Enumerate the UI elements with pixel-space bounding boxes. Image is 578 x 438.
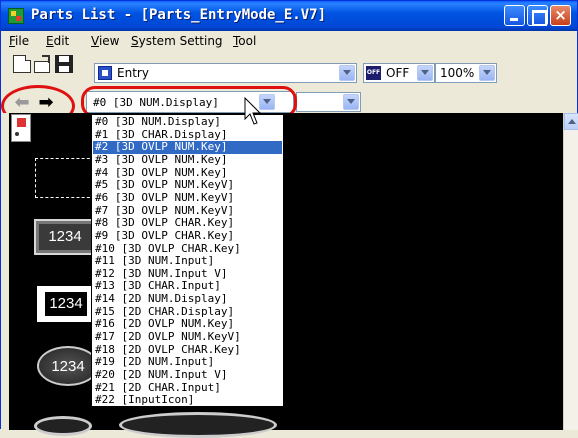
dropdown-item[interactable]: #12 [3D NUM.Input V]: [93, 268, 282, 281]
dropdown-item[interactable]: #7 [3D OVLP NUM.KeyV]: [93, 204, 282, 218]
dropdown-item[interactable]: #4 [3D OVLP NUM.Key]: [93, 166, 282, 180]
close-button[interactable]: ×: [550, 5, 571, 26]
dropdown-item[interactable]: #11 [3D NUM.Input]: [93, 255, 282, 268]
maximize-button[interactable]: [527, 5, 548, 26]
save-icon[interactable]: [55, 55, 73, 73]
off-icon: OFF: [366, 66, 381, 80]
menu-view[interactable]: View: [91, 34, 119, 48]
chevron-down-icon[interactable]: [417, 65, 433, 81]
num-key-part-1[interactable]: 1234: [34, 219, 96, 255]
num-key-part-2[interactable]: 1234: [37, 286, 95, 322]
off-select[interactable]: OFF OFF: [363, 63, 435, 83]
dropdown-item[interactable]: #15 [2D CHAR.Display]: [93, 305, 282, 319]
dropdown-item[interactable]: #6 [3D OVLP NUM.KeyV]: [93, 192, 282, 205]
dropdown-item[interactable]: #18 [2D OVLP CHAR.Key]: [93, 343, 282, 357]
title-bar[interactable]: Parts List - [Parts_EntryMode_E.V7] ×: [1, 1, 577, 31]
entry-mode-select[interactable]: Entry: [94, 63, 357, 83]
app-icon: [8, 8, 24, 24]
entry-icon: [98, 66, 112, 80]
off-value: OFF: [386, 66, 410, 80]
parts-dropdown-list[interactable]: #0 [3D NUM.Display] #1 [3D CHAR.Display] #…: [91, 114, 284, 407]
entry-mode-value: Entry: [117, 66, 149, 80]
menu-file[interactable]: File: [9, 34, 29, 48]
zoom-select[interactable]: 100%: [435, 63, 497, 83]
menu-bar: File Edit View System Setting Tool: [1, 31, 577, 51]
canvas-gutter: [1, 113, 9, 430]
dropdown-item[interactable]: #9 [3D OVLP CHAR.Key]: [93, 230, 282, 243]
parts-icon[interactable]: [11, 114, 31, 142]
vertical-scrollbar[interactable]: [563, 113, 578, 430]
dropdown-item[interactable]: #17 [2D OVLP NUM.KeyV]: [93, 331, 282, 344]
dropdown-item[interactable]: #19 [2D NUM.Input]: [93, 356, 282, 369]
dropdown-item[interactable]: #16 [2D OVLP NUM.Key]: [93, 318, 282, 331]
num-key-part-3[interactable]: 1234: [37, 346, 99, 386]
new-file-icon[interactable]: [13, 55, 31, 73]
char-key-part-5[interactable]: [119, 412, 277, 438]
chevron-down-icon[interactable]: [479, 65, 495, 81]
dropdown-item[interactable]: #22 [InputIcon]: [93, 394, 282, 406]
minimize-button[interactable]: [504, 5, 525, 26]
dropdown-item[interactable]: #8 [3D OVLP CHAR.Key]: [93, 217, 282, 230]
open-folder-icon[interactable]: [34, 55, 52, 73]
secondary-select[interactable]: [296, 92, 361, 112]
dropdown-item[interactable]: #14 [2D NUM.Display]: [93, 293, 282, 306]
dropdown-item[interactable]: #5 [3D OVLP NUM.KeyV]: [93, 179, 282, 192]
mouse-cursor-icon: [244, 97, 262, 125]
chevron-down-icon[interactable]: [343, 94, 359, 110]
selection-box[interactable]: [35, 158, 95, 198]
parts-list-window: Parts List - [Parts_EntryMode_E.V7] × Fi…: [0, 0, 578, 438]
dropdown-item[interactable]: #2 [3D OVLP NUM.Key]: [93, 141, 282, 154]
dropdown-item[interactable]: #3 [3D OVLP NUM.Key]: [93, 154, 282, 167]
scroll-up-icon[interactable]: [564, 113, 578, 130]
dropdown-item[interactable]: #21 [2D CHAR.Input]: [93, 381, 282, 395]
dropdown-item[interactable]: #1 [3D CHAR.Display]: [93, 128, 282, 142]
dropdown-item[interactable]: #10 [3D OVLP CHAR.Key]: [93, 242, 282, 256]
zoom-value: 100%: [440, 66, 475, 80]
num-key-label: 1234: [45, 292, 87, 316]
menu-tool[interactable]: Tool: [233, 34, 256, 48]
menu-edit[interactable]: Edit: [46, 34, 69, 48]
menu-system-setting[interactable]: System Setting: [131, 34, 223, 48]
num-key-part-4[interactable]: [34, 416, 92, 436]
close-icon: ×: [554, 6, 567, 24]
chevron-down-icon[interactable]: [339, 65, 355, 81]
dropdown-item[interactable]: #13 [3D CHAR.Input]: [93, 280, 282, 293]
dropdown-item[interactable]: #20 [2D NUM.Input V]: [93, 369, 282, 382]
window-title: Parts List - [Parts_EntryMode_E.V7]: [31, 7, 327, 23]
